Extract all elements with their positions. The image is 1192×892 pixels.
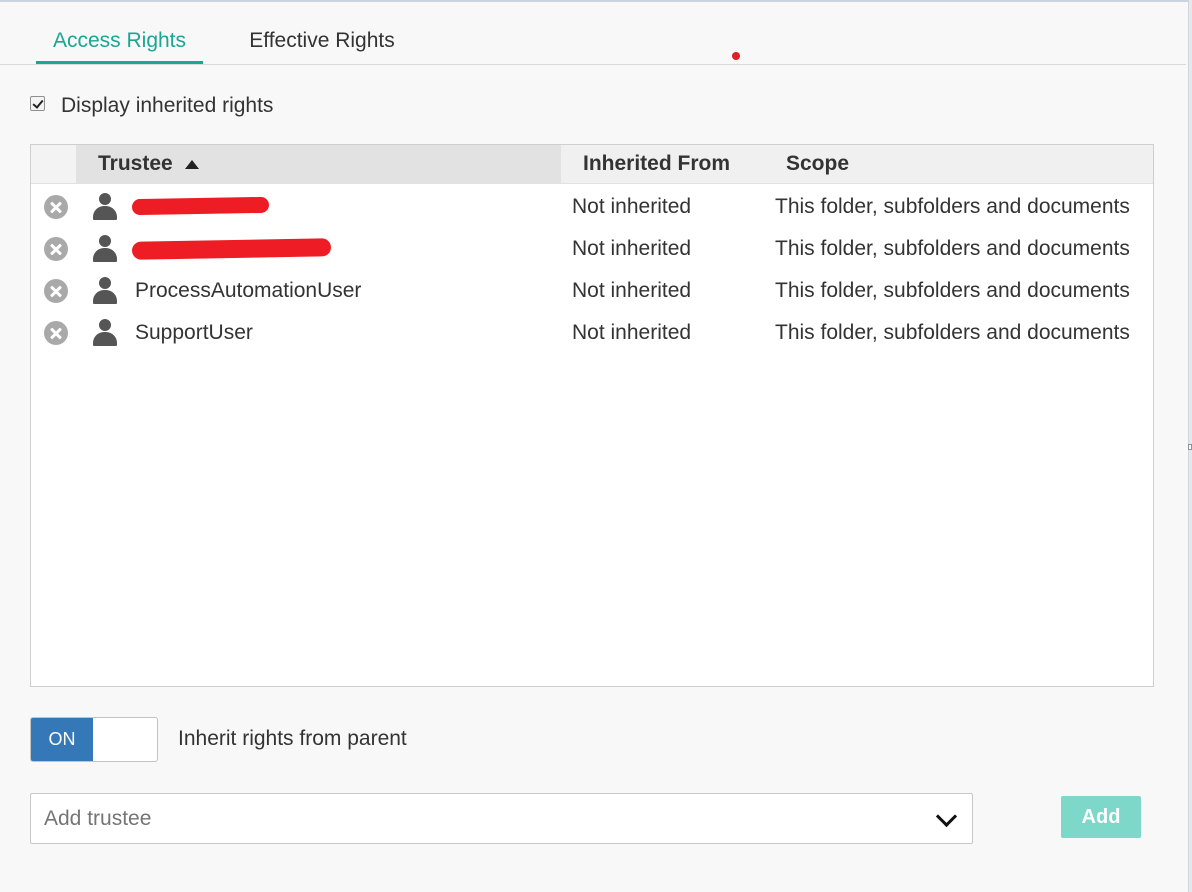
inherit-rights-toggle[interactable]: ON: [30, 717, 158, 762]
add-button[interactable]: Add: [1061, 796, 1141, 838]
remove-trustee-icon[interactable]: [44, 279, 68, 303]
user-icon: [92, 235, 118, 263]
inherited-from-value: Not inherited: [572, 321, 692, 344]
scope-value: This folder, subfolders and documents: [775, 195, 1130, 218]
display-inherited-row: Display inherited rights: [30, 92, 273, 120]
trustee-name: SupportUser: [135, 321, 253, 344]
table-row[interactable]: Not inherited This folder, subfolders an…: [31, 186, 1153, 228]
redaction-mark: [131, 238, 332, 260]
display-inherited-checkbox[interactable]: [30, 95, 45, 111]
remove-trustee-icon[interactable]: [44, 237, 68, 261]
table-header: Trustee Inherited From Scope: [31, 145, 1153, 184]
scope-value: This folder, subfolders and documents: [775, 321, 1130, 344]
resize-handle[interactable]: [1188, 444, 1192, 450]
red-dot-marker: [732, 52, 740, 60]
scope-value: This folder, subfolders and documents: [775, 279, 1130, 302]
column-header-trustee[interactable]: Trustee: [76, 145, 561, 183]
add-trustee-select[interactable]: Add trustee: [30, 793, 973, 844]
window-top-border: [0, 0, 1192, 2]
sort-ascending-icon: [184, 159, 199, 169]
table-row[interactable]: Not inherited This folder, subfolders an…: [31, 228, 1153, 270]
user-icon: [92, 319, 118, 347]
remove-trustee-icon[interactable]: [44, 195, 68, 219]
column-header-inherited-from[interactable]: Inherited From: [583, 145, 730, 183]
add-trustee-placeholder: Add trustee: [44, 807, 152, 830]
user-icon: [92, 193, 118, 221]
display-inherited-label: Display inherited rights: [61, 94, 274, 117]
table-row[interactable]: ProcessAutomationUser Not inherited This…: [31, 270, 1153, 312]
scope-value: This folder, subfolders and documents: [775, 237, 1130, 260]
remove-trustee-icon[interactable]: [44, 321, 68, 345]
inherited-from-value: Not inherited: [572, 237, 692, 260]
redaction-mark: [131, 196, 270, 216]
user-icon: [92, 277, 118, 305]
column-header-scope[interactable]: Scope: [786, 145, 849, 183]
chevron-down-icon: [935, 805, 958, 828]
trustee-name: ProcessAutomationUser: [135, 279, 362, 302]
column-header-trustee-label: Trustee: [98, 152, 173, 175]
tab-access-rights[interactable]: Access Rights: [36, 26, 203, 64]
inherit-rights-label: Inherit rights from parent: [178, 727, 407, 750]
header-blank-cell: [31, 145, 76, 183]
tab-effective-rights[interactable]: Effective Rights: [232, 26, 412, 64]
table-row[interactable]: SupportUser Not inherited This folder, s…: [31, 312, 1153, 354]
toggle-on-label: ON: [31, 718, 93, 761]
inherited-from-value: Not inherited: [572, 279, 692, 302]
tab-bar: Access Rights Effective Rights: [0, 18, 1186, 65]
access-rights-table: Trustee Inherited From Scope Not inherit…: [30, 144, 1154, 687]
inherited-from-value: Not inherited: [572, 195, 692, 218]
